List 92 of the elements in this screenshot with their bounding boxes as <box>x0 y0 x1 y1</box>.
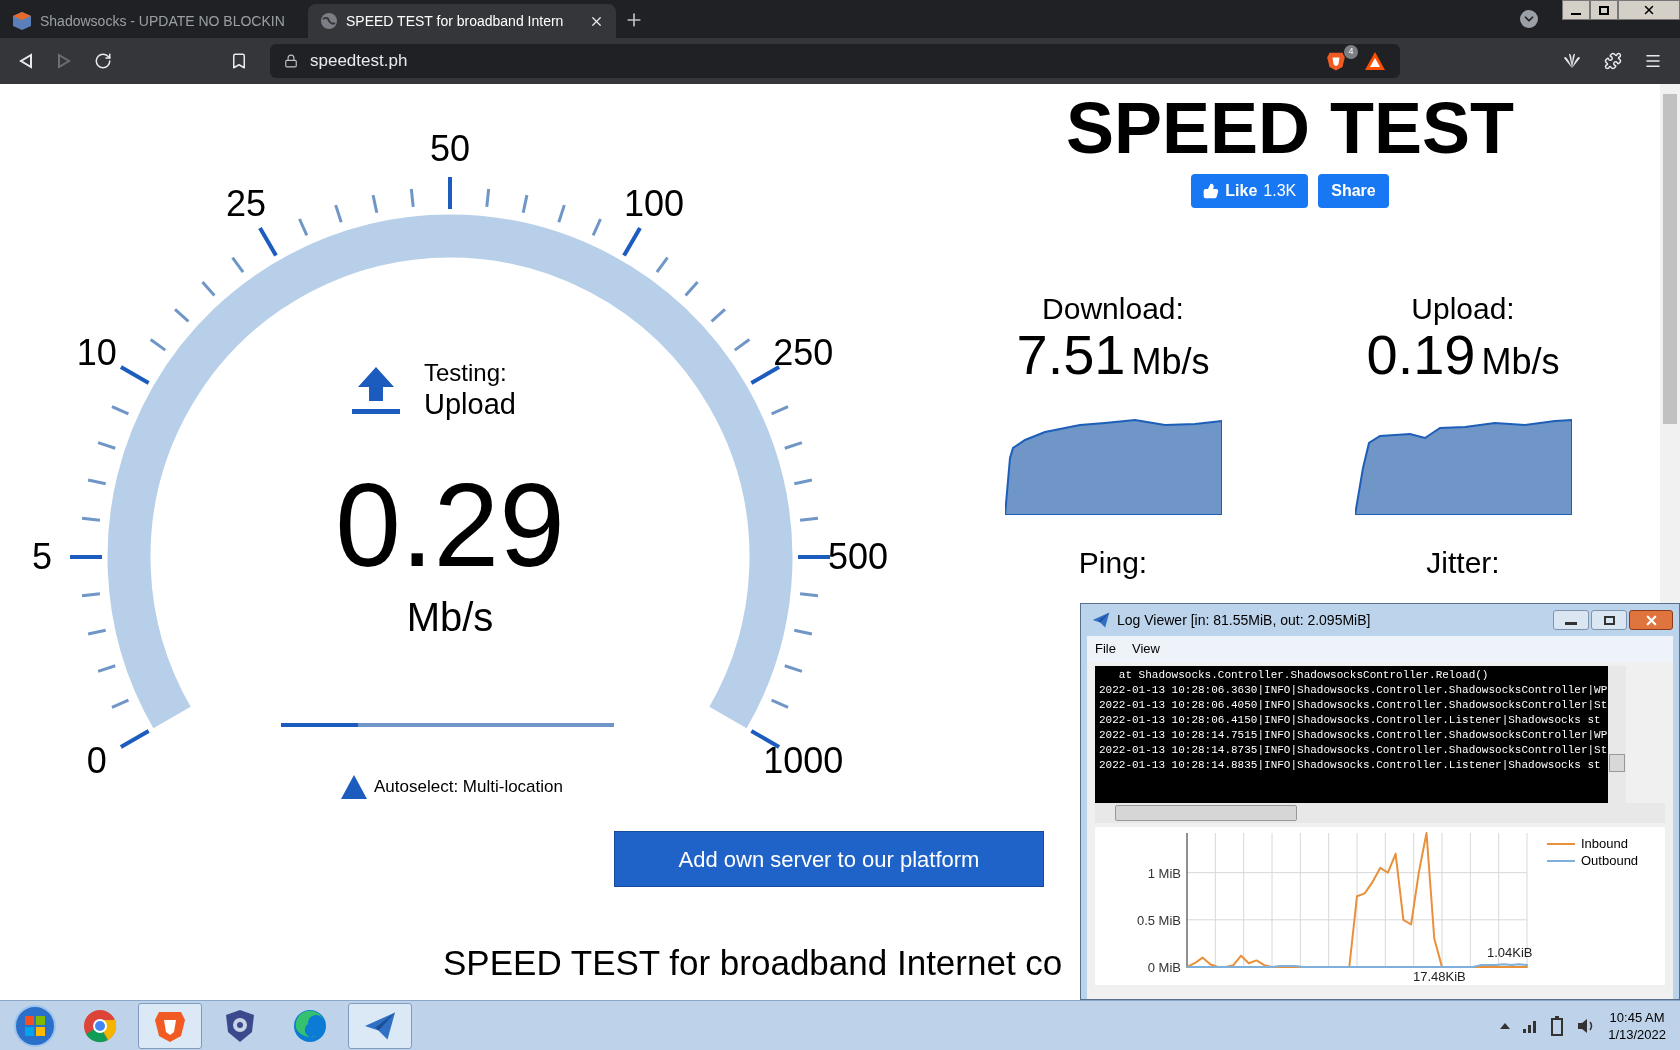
browser-tab[interactable]: Shadowsocks - UPDATE NO BLOCKIN <box>0 4 308 38</box>
menu-item[interactable]: View <box>1131 639 1160 659</box>
dial-label: 25 <box>226 185 266 222</box>
share-button[interactable]: Share <box>1318 174 1389 208</box>
thumbs-up-icon <box>1203 183 1220 199</box>
chart-annotation: 17.48KiB <box>1413 969 1466 984</box>
footer-heading: SPEED TEST for broadband Internet co <box>443 943 1063 983</box>
like-button[interactable]: Like 1.3K <box>1191 174 1309 208</box>
menu-icon[interactable] <box>1644 52 1662 70</box>
legend-label: Inbound <box>1581 835 1628 852</box>
restore-button[interactable] <box>1590 0 1618 20</box>
speed-unit: Mb/s <box>406 594 494 640</box>
triangle-icon <box>340 774 368 800</box>
window-title: Log Viewer [in: 81.55MiB, out: 2.095MiB] <box>1117 610 1371 630</box>
back-icon[interactable] <box>18 53 34 69</box>
signal-icon[interactable] <box>1522 1018 1539 1033</box>
show-hidden-icon[interactable] <box>1500 1022 1511 1029</box>
log-line: 2022-01-13 10:28:14.8835|INFO|Shadowsocks.Controller.Listener|Shadowsocks st <box>1099 758 1602 773</box>
result-unit: Mb/s <box>1131 340 1210 384</box>
address-bar[interactable]: speedtest.ph 4 <box>270 44 1400 78</box>
dial-label: 5 <box>32 539 52 575</box>
clock-date[interactable]: 1/13/2022 <box>1608 1025 1666 1043</box>
paper-plane-icon <box>1091 610 1111 630</box>
result-label: Ping: <box>1078 545 1148 581</box>
tab-title: Shadowsocks - UPDATE NO BLOCKIN <box>40 11 286 31</box>
clock-time[interactable]: 10:45 AM <box>1609 1008 1665 1026</box>
horizontal-scrollbar[interactable] <box>1095 803 1665 823</box>
dial-label: 0 <box>86 743 107 779</box>
dial-label: 500 <box>827 539 889 575</box>
result-unit: Mb/s <box>1481 340 1560 384</box>
speed-reading: 0.29 <box>335 460 565 590</box>
server-label: Autoselect: Multi-location <box>374 776 563 799</box>
log-line: 2022-01-13 10:28:06.4050|INFO|Shadowsocks.Controller.ShadowsocksController|St <box>1099 698 1608 713</box>
cube-icon <box>12 11 32 31</box>
tab-title: SPEED TEST for broadband Intern <box>346 11 565 31</box>
start-button[interactable] <box>14 1004 56 1047</box>
result-label: Jitter: <box>1426 545 1500 581</box>
minimize-icon <box>1565 621 1577 625</box>
browser-icon <box>82 1007 118 1044</box>
minimize-button[interactable] <box>1562 0 1590 20</box>
vertical-scrollbar[interactable] <box>1608 666 1626 803</box>
menu-item[interactable]: File <box>1095 639 1116 659</box>
restore-icon <box>1599 5 1609 15</box>
page-title: SPEED TEST <box>1065 92 1515 164</box>
tab-search-button[interactable] <box>1520 10 1538 28</box>
lion-icon[interactable] <box>1326 50 1346 72</box>
log-line: 2022-01-13 10:28:06.3630|INFO|Shadowsocks.Controller.ShadowsocksController|WP <box>1099 683 1608 698</box>
extensions-icon[interactable] <box>1604 52 1622 70</box>
legend-line <box>1547 842 1575 845</box>
url-text: speedtest.ph <box>310 50 408 73</box>
close-button[interactable] <box>1629 610 1673 630</box>
result-label: Upload: <box>1411 291 1515 327</box>
taskbar-app[interactable] <box>138 1002 202 1049</box>
log-line: 2022-01-13 10:28:14.7515|INFO|Shadowsocks.Controller.ShadowsocksController|WP <box>1099 728 1608 743</box>
log-line: 2022-01-13 10:28:06.4150|INFO|Shadowsocks.Controller.Listener|Shadowsocks st <box>1099 713 1602 728</box>
bookmark-icon[interactable] <box>230 52 248 70</box>
taskbar-app[interactable] <box>348 1002 412 1049</box>
minimize-icon <box>1571 13 1581 15</box>
log-line: 2022-01-13 10:28:14.8735|INFO|Shadowsocks.Controller.ShadowsocksController|St <box>1099 743 1608 758</box>
dial-label: 250 <box>773 335 834 371</box>
axis-label: 1 MiB <box>1147 865 1181 881</box>
legend-label: Outbound <box>1581 852 1639 869</box>
status-value: Upload <box>424 388 516 420</box>
dial-label: 1000 <box>763 743 844 779</box>
count-badge: 4 <box>1344 45 1358 59</box>
dial-label: 100 <box>623 185 685 222</box>
legend-line <box>1547 859 1575 862</box>
browser-tab[interactable]: SPEED TEST for broadband Intern <box>308 4 616 38</box>
maximize-button[interactable] <box>1591 610 1627 630</box>
maximize-icon <box>1603 615 1615 625</box>
result-label: Download: <box>1042 291 1184 327</box>
close-button[interactable] <box>1618 0 1680 20</box>
result-value: 7.51 <box>1016 327 1126 383</box>
result-value: 0.19 <box>1366 327 1476 383</box>
globe-icon <box>320 12 338 30</box>
chart-annotation: 1.04KiB <box>1487 945 1533 960</box>
reload-icon[interactable] <box>94 52 112 70</box>
log-line: at Shadowsocks.Controller.ShadowsocksController.Reload() <box>1117 668 1490 683</box>
axis-label: 0.5 MiB <box>1136 912 1181 928</box>
lock-icon <box>284 54 298 68</box>
close-icon <box>1642 3 1656 17</box>
page-scrollbar[interactable] <box>1660 84 1680 603</box>
add-server-button[interactable]: Add own server to our platform <box>614 831 1044 887</box>
dial-label: 10 <box>76 335 117 371</box>
triangle-logo-icon[interactable] <box>1364 51 1386 71</box>
shield-icon <box>223 1007 257 1044</box>
dial-label: 50 <box>430 131 470 167</box>
axis-label: 0 MiB <box>1147 960 1181 975</box>
battery-icon[interactable] <box>1550 1015 1565 1036</box>
status-label: Testing: <box>424 358 508 388</box>
minimize-button[interactable] <box>1553 610 1589 630</box>
wave-logo-icon <box>292 1007 328 1044</box>
